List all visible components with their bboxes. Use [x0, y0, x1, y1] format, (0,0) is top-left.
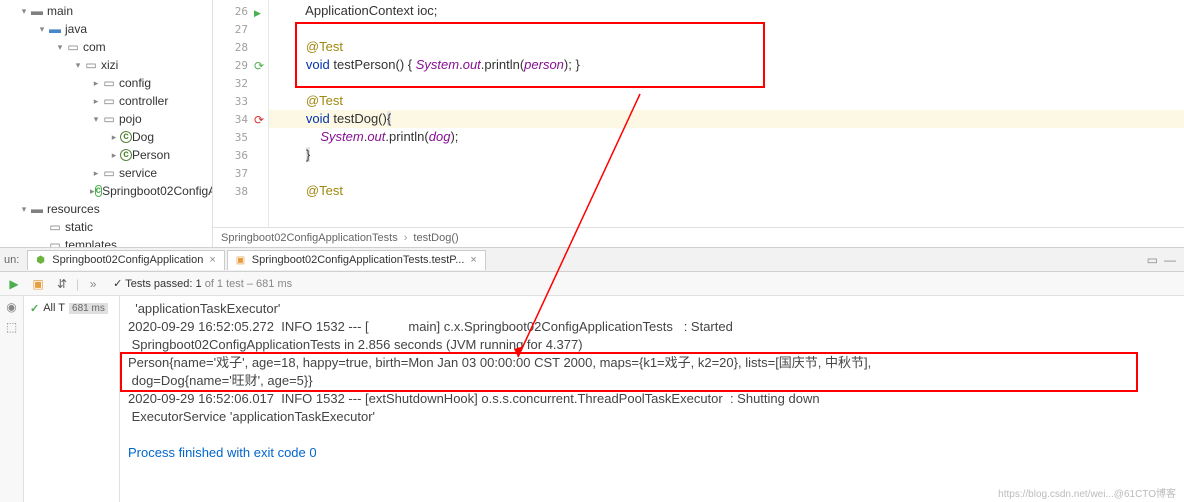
test-tree-root[interactable]: All T681 ms — [26, 298, 117, 318]
chevron-down-icon: ▾ — [72, 59, 84, 71]
tree-item-static[interactable]: ▭static — [0, 218, 212, 236]
class-icon: c — [95, 185, 103, 197]
tree-item-service[interactable]: ▸▭service — [0, 164, 212, 182]
spring-icon — [36, 254, 48, 266]
folder-icon: ▬ — [30, 4, 44, 18]
chevron-down-icon: ▾ — [90, 113, 102, 125]
console-output[interactable]: 'applicationTaskExecutor' 2020-09-29 16:… — [120, 296, 1184, 502]
console-side-toolbar: ◉ ⬚ — [0, 296, 24, 502]
chevron-right-icon: ▸ — [90, 185, 95, 197]
tree-item-xizi[interactable]: ▾▭xizi — [0, 56, 212, 74]
package-icon: ▭ — [102, 76, 116, 90]
run-label: un: — [4, 254, 19, 266]
run-toolbar: ▣ ⇵ | » ✓ Tests passed: 1 of 1 test – 68… — [0, 272, 1184, 296]
chevron-right-icon: ▸ — [90, 95, 102, 107]
folder-icon: ▬ — [48, 22, 62, 36]
breadcrumb[interactable]: Springboot02ConfigApplicationTests › tes… — [213, 227, 1184, 247]
tree-item-java[interactable]: ▾▬java — [0, 20, 212, 38]
package-icon: ▭ — [102, 94, 116, 108]
test-icon — [236, 254, 248, 266]
hide-icon[interactable]: — — [1164, 253, 1176, 267]
chevron-down-icon: ▾ — [18, 203, 30, 215]
chevron-right-icon: › — [404, 232, 408, 244]
tests-passed-label: ✓ Tests passed: 1 of 1 test – 681 ms — [113, 277, 292, 290]
chevron-down-icon: ▾ — [54, 41, 66, 53]
chevron-down-icon: ▾ — [18, 5, 30, 17]
package-icon: ▭ — [102, 166, 116, 180]
tree-item-controller[interactable]: ▸▭controller — [0, 92, 212, 110]
folder-icon: ▭ — [48, 220, 62, 234]
tab-springboot-tests[interactable]: Springboot02ConfigApplicationTests.testP… — [227, 250, 486, 270]
tree-item-resources[interactable]: ▾▬resources — [0, 200, 212, 218]
close-icon[interactable]: × — [470, 254, 476, 266]
check-icon — [26, 302, 43, 315]
run-tabs-bar: un: Springboot02ConfigApplication× Sprin… — [0, 248, 1184, 272]
tree-item-pojo[interactable]: ▾▭pojo — [0, 110, 212, 128]
project-tree[interactable]: ▾▬main ▾▬java ▾▭com ▾▭xizi ▸▭config ▸▭co… — [0, 0, 213, 247]
folder-icon: ▭ — [48, 238, 62, 247]
tab-springboot-app[interactable]: Springboot02ConfigApplication× — [27, 250, 225, 270]
tree-item-main[interactable]: ▾▬main — [0, 2, 212, 20]
package-icon: ▭ — [102, 112, 116, 126]
tree-item-dog[interactable]: ▸cDog — [0, 128, 212, 146]
up-icon[interactable]: ⬚ — [6, 320, 17, 334]
tree-item-templates[interactable]: ▭templates — [0, 236, 212, 247]
stop-button[interactable]: ◉ — [6, 300, 16, 314]
run-test-icon[interactable] — [254, 113, 266, 125]
tree-item-com[interactable]: ▾▭com — [0, 38, 212, 56]
sort-button[interactable]: » — [83, 274, 103, 294]
package-icon: ▭ — [84, 58, 98, 72]
chevron-down-icon: ▾ — [36, 23, 48, 35]
tree-item-config[interactable]: ▸▭config — [0, 74, 212, 92]
run-test-icon[interactable] — [254, 59, 266, 71]
toggle-button[interactable]: ▣ — [28, 274, 48, 294]
chevron-right-icon: ▸ — [90, 167, 102, 179]
crumb-class[interactable]: Springboot02ConfigApplicationTests — [221, 232, 398, 244]
test-tree[interactable]: All T681 ms — [24, 296, 120, 502]
chevron-right-icon: ▸ — [108, 149, 120, 161]
folder-icon: ▬ — [30, 202, 44, 216]
tree-item-springcfg[interactable]: ▸cSpringboot02ConfigA — [0, 182, 212, 200]
close-icon[interactable]: × — [209, 254, 215, 266]
class-icon: c — [120, 131, 132, 143]
rerun-button[interactable] — [4, 274, 24, 294]
crumb-method[interactable]: testDog() — [413, 232, 458, 244]
editor-area: 26 27 28 29 32 33 34 35 36 37 38 Applica… — [213, 0, 1184, 247]
expand-button[interactable]: ⇵ — [52, 274, 72, 294]
class-icon: c — [120, 149, 132, 161]
package-icon: ▭ — [66, 40, 80, 54]
chevron-right-icon: ▸ — [108, 131, 120, 143]
chevron-right-icon: ▸ — [90, 77, 102, 89]
editor-gutter: 26 27 28 29 32 33 34 35 36 37 38 — [213, 0, 269, 227]
tree-item-person[interactable]: ▸cPerson — [0, 146, 212, 164]
code-editor[interactable]: ApplicationContext ioc; @Test void testP… — [269, 0, 1184, 227]
run-icon[interactable] — [254, 5, 266, 17]
watermark: https://blog.csdn.net/wei...@61CTO博客 — [998, 485, 1176, 500]
collapse-icon[interactable]: ▭ — [1147, 253, 1158, 267]
